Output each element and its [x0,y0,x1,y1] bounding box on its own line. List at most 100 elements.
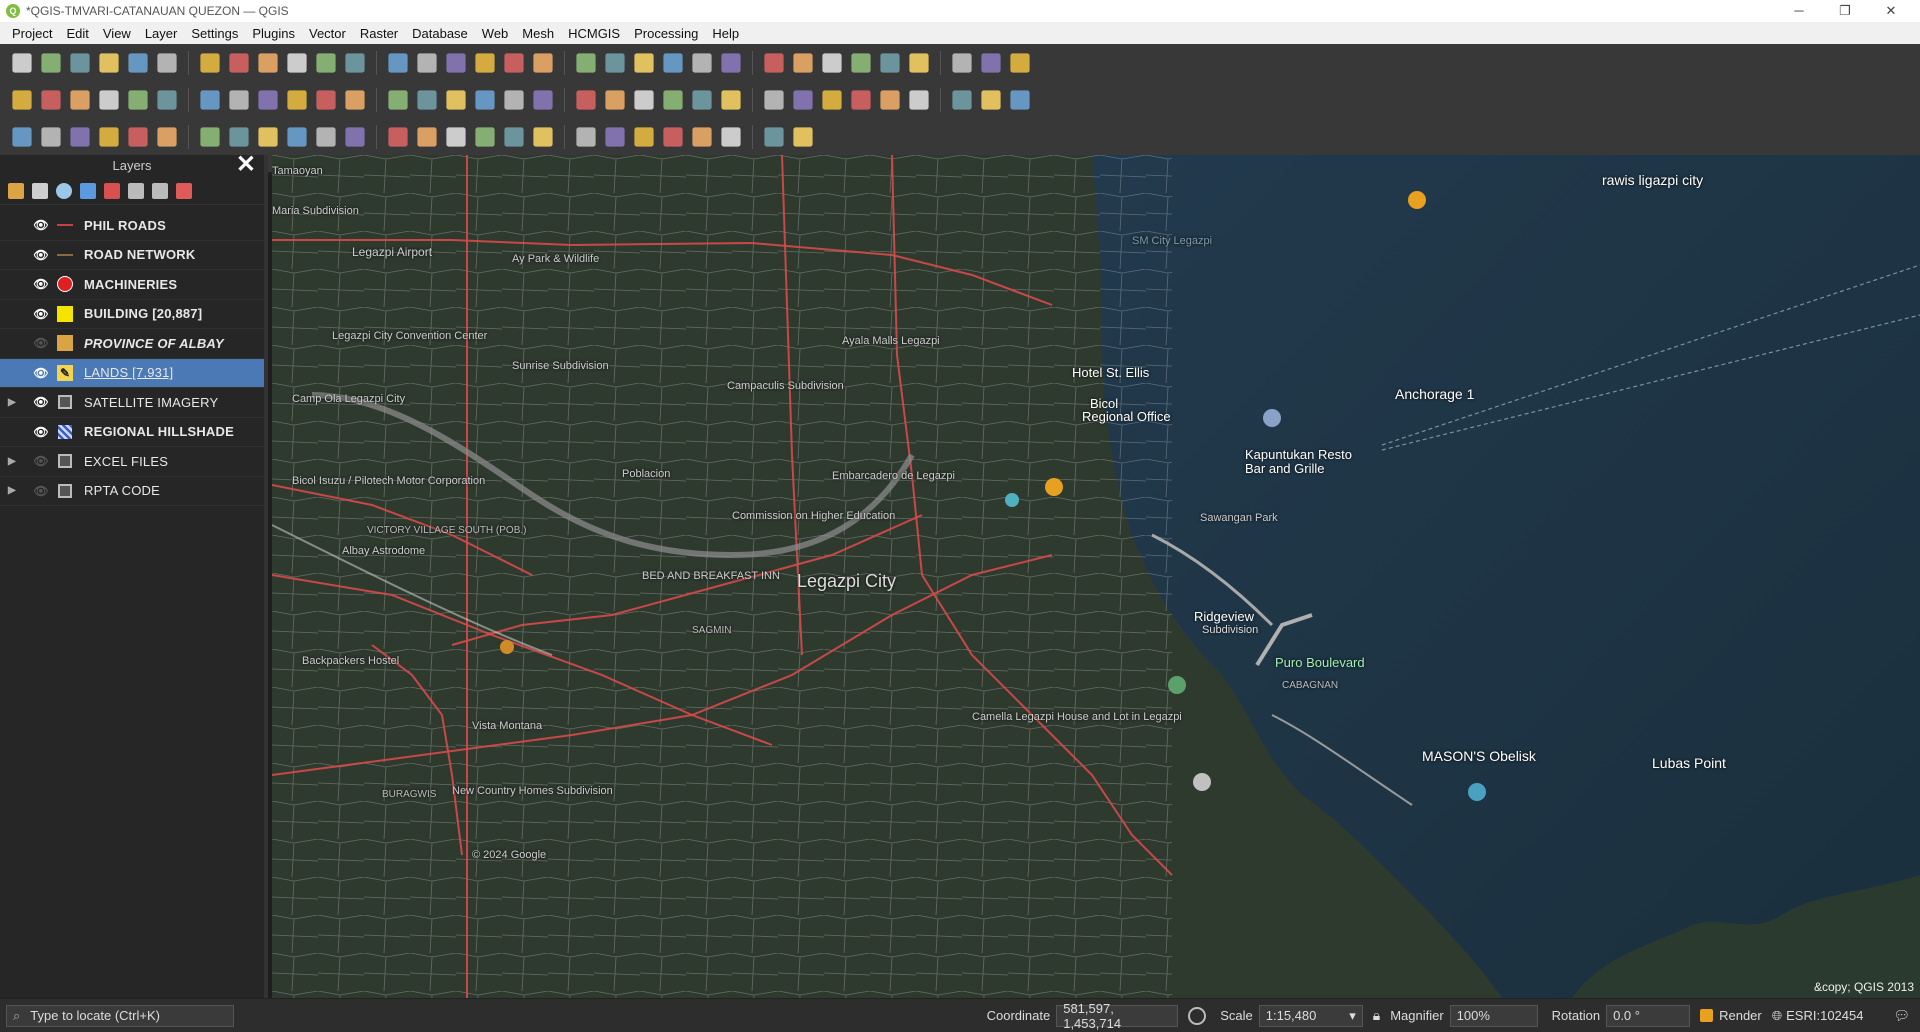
remove-layer-icon[interactable] [176,182,192,199]
toolbar-tool-icon[interactable] [634,126,654,147]
toolbar-tool-icon[interactable] [576,89,596,110]
toolbar-tool-icon[interactable] [446,89,466,110]
layer-item[interactable]: 👁︎ PROVINCE OF ALBAY [0,329,264,359]
toolbar-tool-icon[interactable] [287,89,307,110]
toolbar-tool-icon[interactable] [229,52,249,73]
toolbar-tool-icon[interactable] [200,89,220,110]
toolbar-tool-icon[interactable] [388,89,408,110]
layer-item[interactable]: 👁︎ ✎ LANDS [7,931] [0,358,264,388]
menu-plugins[interactable]: Plugins [246,26,303,41]
toolbar-tool-icon[interactable] [880,52,900,73]
toolbar-tool-icon[interactable] [446,52,466,73]
toolbar-tool-icon[interactable] [533,89,553,110]
map-canvas[interactable]: rawis ligazpi city Anchorage 1 Kapuntukan … [272,155,1920,998]
visibility-eye-icon[interactable]: 👁︎ [32,395,50,409]
minimize-button[interactable]: ─ [1776,3,1822,19]
toolbar-tool-icon[interactable] [576,52,596,73]
toolbar-tool-icon[interactable] [258,52,278,73]
toolbar-tool-icon[interactable] [764,89,784,110]
rotation-spinbox[interactable]: 0.0 ° [1606,1004,1691,1027]
filter-by-expression-icon[interactable] [104,182,120,199]
toolbar-tool-icon[interactable] [446,126,466,147]
toolbar-tool-icon[interactable] [417,52,437,73]
toolbar-tool-icon[interactable] [345,126,365,147]
menu-help[interactable]: Help [706,26,747,41]
close-panel-icon[interactable]: ✕ [236,153,256,177]
toolbar-tool-icon[interactable] [128,89,148,110]
toolbar-tool-icon[interactable] [634,89,654,110]
visibility-eye-icon[interactable]: 👁︎ [32,218,50,232]
toolbar-tool-icon[interactable] [287,126,307,147]
toolbar-tool-icon[interactable] [417,126,437,147]
menu-settings[interactable]: Settings [185,26,246,41]
toggle-extents-icon[interactable] [1188,1006,1207,1025]
toolbar-tool-icon[interactable] [345,52,365,73]
toolbar-tool-icon[interactable] [634,52,654,73]
toolbar-tool-icon[interactable] [316,89,336,110]
toolbar-tool-icon[interactable] [99,126,119,147]
menu-database[interactable]: Database [406,26,476,41]
toolbar-tool-icon[interactable] [605,89,625,110]
collapse-all-icon[interactable] [152,182,168,199]
toolbar-tool-icon[interactable] [1010,89,1030,110]
toolbar-tool-icon[interactable] [258,126,278,147]
open-layer-styling-icon[interactable] [8,182,24,199]
toolbar-tool-icon[interactable] [41,89,61,110]
toolbar-tool-icon[interactable] [417,89,437,110]
toolbar-tool-icon[interactable] [822,52,842,73]
toolbar-tool-icon[interactable] [388,52,408,73]
lock-scale-icon[interactable]: 🔒︎ [1373,1007,1380,1024]
toolbar-tool-icon[interactable] [70,52,90,73]
close-button[interactable]: ✕ [1868,3,1914,19]
toolbar-tool-icon[interactable] [388,126,408,147]
toolbar-tool-icon[interactable] [793,52,813,73]
layer-item[interactable]: 👁︎ MACHINERIES [0,270,264,300]
toolbar-tool-icon[interactable] [663,126,683,147]
toolbar-tool-icon[interactable] [851,89,871,110]
toolbar-tool-icon[interactable] [287,52,307,73]
visibility-eye-icon[interactable]: 👁︎ [32,484,50,498]
menu-vector[interactable]: Vector [303,26,354,41]
toolbar-tool-icon[interactable] [128,126,148,147]
toolbar-tool-icon[interactable] [764,126,784,147]
toolbar-tool-icon[interactable] [157,89,177,110]
layer-item[interactable]: ▶ 👁︎ SATELLITE IMAGERY [0,388,264,418]
layer-item[interactable]: 👁︎ REGIONAL HILLSHADE [0,418,264,447]
toolbar-tool-icon[interactable] [692,126,712,147]
toolbar-tool-icon[interactable] [663,89,683,110]
toolbar-tool-icon[interactable] [12,126,32,147]
toolbar-tool-icon[interactable] [822,89,842,110]
toolbar-tool-icon[interactable] [316,126,336,147]
toolbar-tool-icon[interactable] [764,52,784,73]
toolbar-tool-icon[interactable] [721,126,741,147]
toolbar-tool-icon[interactable] [70,89,90,110]
toolbar-tool-icon[interactable] [258,89,278,110]
toolbar-tool-icon[interactable] [200,52,220,73]
toolbar-tool-icon[interactable] [981,89,1001,110]
layer-item[interactable]: ▶ 👁︎ RPTA CODE [0,477,264,506]
layer-item[interactable]: 👁︎ PHIL ROADS [0,211,264,241]
locator-bar[interactable]: ⌕ Type to locate (Ctrl+K) [6,1004,234,1027]
toolbar-tool-icon[interactable] [880,89,900,110]
toolbar-tool-icon[interactable] [981,52,1001,73]
toolbar-tool-icon[interactable] [345,89,365,110]
toolbar-tool-icon[interactable] [576,126,596,147]
maximize-button[interactable]: ❐ [1822,3,1868,19]
toolbar-tool-icon[interactable] [316,52,336,73]
toolbar-tool-icon[interactable] [70,126,90,147]
menu-project[interactable]: Project [6,26,60,41]
layer-item[interactable]: 👁︎ ROAD NETWORK [0,241,264,270]
messages-icon[interactable]: 💬︎ [1893,1008,1910,1024]
layer-item[interactable]: ▶ 👁︎ EXCEL FILES [0,447,264,477]
toolbar-tool-icon[interactable] [12,89,32,110]
scale-combobox[interactable]: 1:15,480 ▾ [1258,1004,1363,1027]
toolbar-tool-icon[interactable] [721,89,741,110]
toolbar-tool-icon[interactable] [952,89,972,110]
visibility-eye-icon[interactable]: 👁︎ [32,248,50,262]
toolbar-tool-icon[interactable] [229,126,249,147]
magnifier-spinbox[interactable]: 100% [1449,1004,1538,1027]
menu-hcmgis[interactable]: HCMGIS [562,26,628,41]
toolbar-tool-icon[interactable] [851,52,871,73]
expand-all-icon[interactable] [128,182,144,199]
toolbar-tool-icon[interactable] [909,89,929,110]
